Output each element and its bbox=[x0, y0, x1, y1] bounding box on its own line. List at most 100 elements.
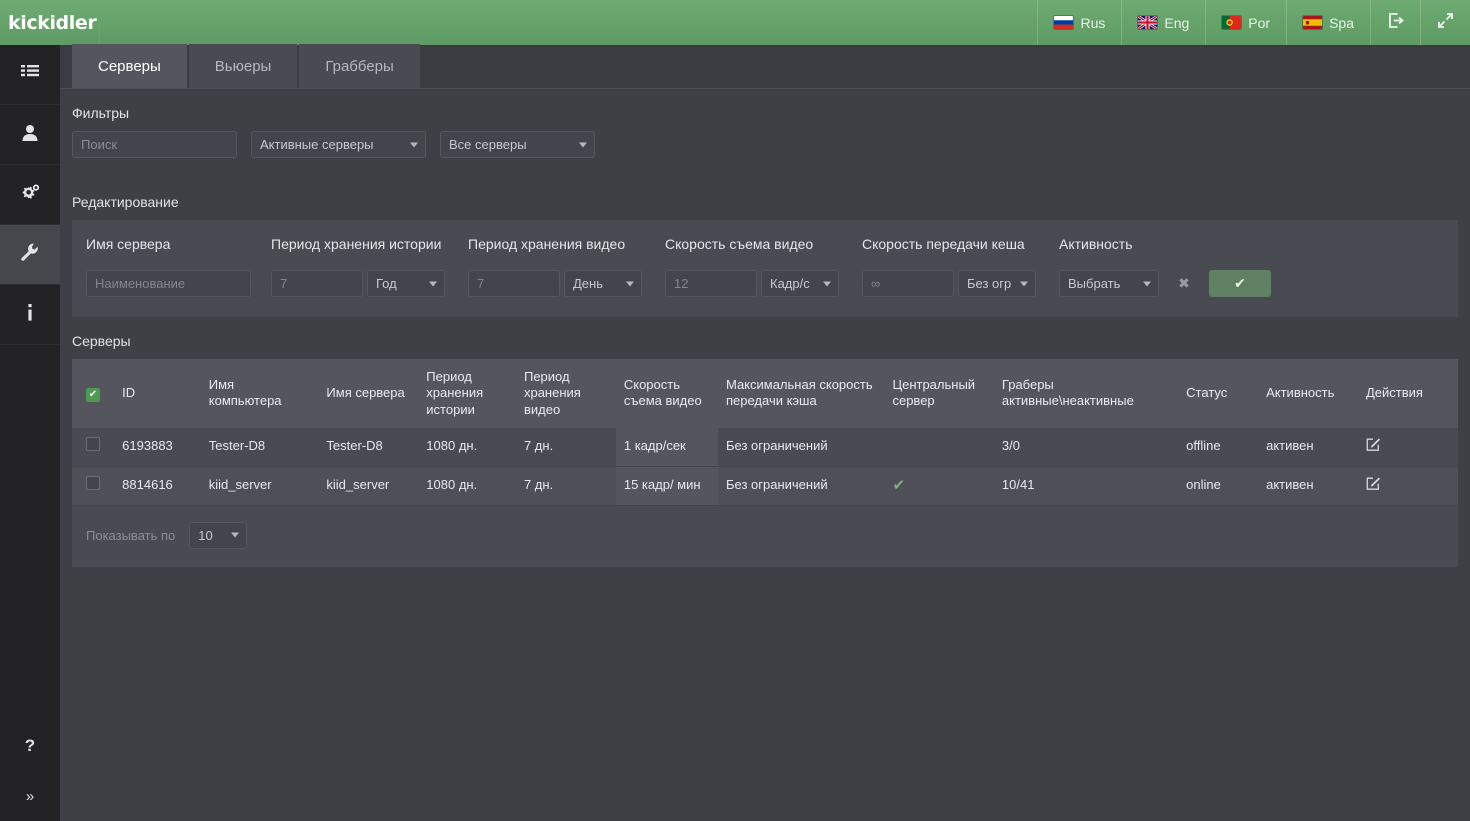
video-period-input[interactable] bbox=[468, 270, 560, 297]
cell-activity: активен bbox=[1258, 427, 1358, 467]
sidebar-item-config[interactable] bbox=[0, 165, 60, 225]
lang-label-rus: Rus bbox=[1080, 14, 1106, 31]
flag-es-icon bbox=[1303, 16, 1323, 29]
chevron-down-icon bbox=[579, 142, 587, 147]
cell-id: 6193883 bbox=[114, 427, 201, 467]
flag-ru-icon bbox=[1054, 16, 1074, 29]
chevron-down-icon bbox=[1143, 281, 1151, 286]
scope-filter-value: Все серверы bbox=[449, 137, 527, 152]
scope-filter-select[interactable]: Все серверы bbox=[440, 131, 595, 158]
close-icon: ✖ bbox=[1178, 275, 1190, 291]
video-unit-select[interactable]: День bbox=[564, 270, 642, 297]
page-size-value: 10 bbox=[198, 527, 213, 543]
flag-pt-icon bbox=[1222, 16, 1242, 29]
row-checkbox[interactable] bbox=[86, 437, 100, 452]
th-server-name[interactable]: Имя сервера bbox=[318, 359, 419, 428]
confirm-edit-button[interactable]: ✔ bbox=[1209, 270, 1271, 297]
status-filter-select[interactable]: Активные серверы bbox=[251, 131, 426, 158]
servers-panel: ID Имя компьютера Имя сервера Период хра… bbox=[72, 359, 1458, 567]
th-activity[interactable]: Активность bbox=[1258, 359, 1358, 428]
cell-server-name: kiid_server bbox=[318, 466, 419, 506]
history-unit-select[interactable]: Год bbox=[367, 270, 445, 297]
lang-button-spa[interactable]: Spa bbox=[1286, 0, 1370, 45]
th-central-server[interactable]: Центральный сервер bbox=[884, 359, 994, 428]
cell-video-period: 7 дн. bbox=[515, 466, 616, 506]
cell-central-server: ✔ bbox=[884, 466, 994, 506]
cell-status: online bbox=[1178, 466, 1259, 506]
tab-servers[interactable]: Серверы bbox=[72, 44, 187, 88]
activity-select[interactable]: Выбрать bbox=[1059, 270, 1159, 297]
cell-capture-speed: 15 кадр/ мин bbox=[615, 466, 718, 506]
capture-unit-select[interactable]: Кадр/с bbox=[761, 270, 839, 297]
sidebar-item-expand[interactable]: » bbox=[0, 771, 60, 821]
filters-section: Фильтры Активные серверы Все серверы bbox=[60, 89, 1470, 178]
fullscreen-icon bbox=[1437, 12, 1454, 34]
info-icon bbox=[26, 303, 34, 326]
th-id[interactable]: ID bbox=[114, 359, 201, 428]
cell-capture-speed: 1 кадр/сек bbox=[615, 427, 718, 467]
cell-activity: активен bbox=[1258, 466, 1358, 506]
edit-label-history-period: Период хранения истории bbox=[271, 236, 442, 252]
table-row[interactable]: 8814616 kiid_server kiid_server 1080 дн.… bbox=[72, 466, 1458, 506]
capture-speed-input[interactable] bbox=[665, 270, 757, 297]
cell-video-period: 7 дн. bbox=[515, 427, 616, 467]
sidebar-item-info[interactable] bbox=[0, 285, 60, 345]
servers-table: ID Имя компьютера Имя сервера Период хра… bbox=[72, 359, 1458, 506]
th-capture-speed[interactable]: Скорость съема видео bbox=[615, 359, 718, 428]
lang-button-eng[interactable]: Eng bbox=[1121, 0, 1205, 45]
sidebar-item-users[interactable] bbox=[0, 105, 60, 165]
status-filter-value: Активные серверы bbox=[260, 137, 374, 152]
row-checkbox[interactable] bbox=[86, 476, 100, 491]
cell-grabbers: 3/0 bbox=[993, 427, 1179, 467]
cache-speed-input[interactable] bbox=[862, 270, 954, 297]
edit-icon[interactable] bbox=[1366, 477, 1381, 494]
app-logo[interactable]: kickidler bbox=[0, 0, 100, 45]
lang-button-rus[interactable]: Rus bbox=[1037, 0, 1121, 45]
search-input[interactable] bbox=[72, 131, 237, 158]
logo-text: kickidler bbox=[8, 11, 97, 34]
cancel-edit-button[interactable]: ✖ bbox=[1163, 270, 1205, 297]
th-max-cache-speed[interactable]: Максимальная скорость передачи кэша bbox=[717, 359, 885, 428]
flag-gb-icon bbox=[1138, 16, 1158, 29]
tab-viewers[interactable]: Вьюеры bbox=[188, 44, 298, 88]
page-size-select[interactable]: 10 bbox=[189, 521, 248, 549]
edit-icon[interactable] bbox=[1366, 438, 1381, 455]
server-name-input[interactable] bbox=[86, 270, 251, 297]
edit-col-video-period: Период хранения видео День bbox=[468, 230, 665, 297]
lang-button-por[interactable]: Por bbox=[1205, 0, 1286, 45]
cell-status: offline bbox=[1178, 427, 1259, 467]
sidebar-item-list[interactable] bbox=[0, 45, 60, 105]
row-select-cell bbox=[72, 466, 115, 506]
tab-grabbers[interactable]: Грабберы bbox=[299, 44, 420, 88]
history-period-input[interactable] bbox=[271, 270, 363, 297]
th-video-period[interactable]: Период хранения видео bbox=[515, 359, 616, 428]
fullscreen-button[interactable] bbox=[1420, 0, 1470, 45]
th-grabbers[interactable]: Граберы активные\неактивные bbox=[993, 359, 1179, 428]
select-all-checkbox[interactable] bbox=[86, 387, 100, 402]
th-status[interactable]: Статус bbox=[1178, 359, 1259, 428]
th-history-period[interactable]: Период хранения истории bbox=[418, 359, 516, 428]
activity-value: Выбрать bbox=[1068, 276, 1121, 291]
cell-id: 8814616 bbox=[114, 466, 201, 506]
main-content: Серверы Вьюеры Грабберы Фильтры Активные… bbox=[60, 44, 1470, 821]
wrench-icon bbox=[21, 243, 39, 266]
cache-unit-select[interactable]: Без огр bbox=[958, 270, 1036, 297]
gears-icon bbox=[21, 184, 40, 206]
edit-col-history-period: Период хранения истории Год bbox=[271, 230, 468, 297]
sidebar-item-tools[interactable] bbox=[0, 225, 60, 285]
th-computer-name[interactable]: Имя компьютера bbox=[200, 359, 319, 428]
history-unit-value: Год bbox=[376, 276, 397, 291]
lang-label-eng: Eng bbox=[1164, 14, 1190, 31]
sidebar-item-help[interactable]: ? bbox=[0, 721, 60, 771]
table-row[interactable]: 6193883 Tester-D8 Tester-D8 1080 дн. 7 д… bbox=[72, 427, 1458, 467]
top-bar: kickidler Rus Eng Por Spa bbox=[0, 0, 1470, 45]
logout-button[interactable] bbox=[1370, 0, 1420, 45]
th-actions[interactable]: Действия bbox=[1357, 359, 1458, 428]
user-icon bbox=[22, 124, 38, 146]
editing-grid: Имя сервера Период хранения истории Год bbox=[86, 230, 1444, 297]
chevron-down-icon bbox=[231, 532, 240, 538]
list-icon bbox=[21, 64, 39, 85]
tab-bar: Серверы Вьюеры Грабберы bbox=[60, 44, 1470, 89]
video-unit-value: День bbox=[573, 276, 603, 291]
